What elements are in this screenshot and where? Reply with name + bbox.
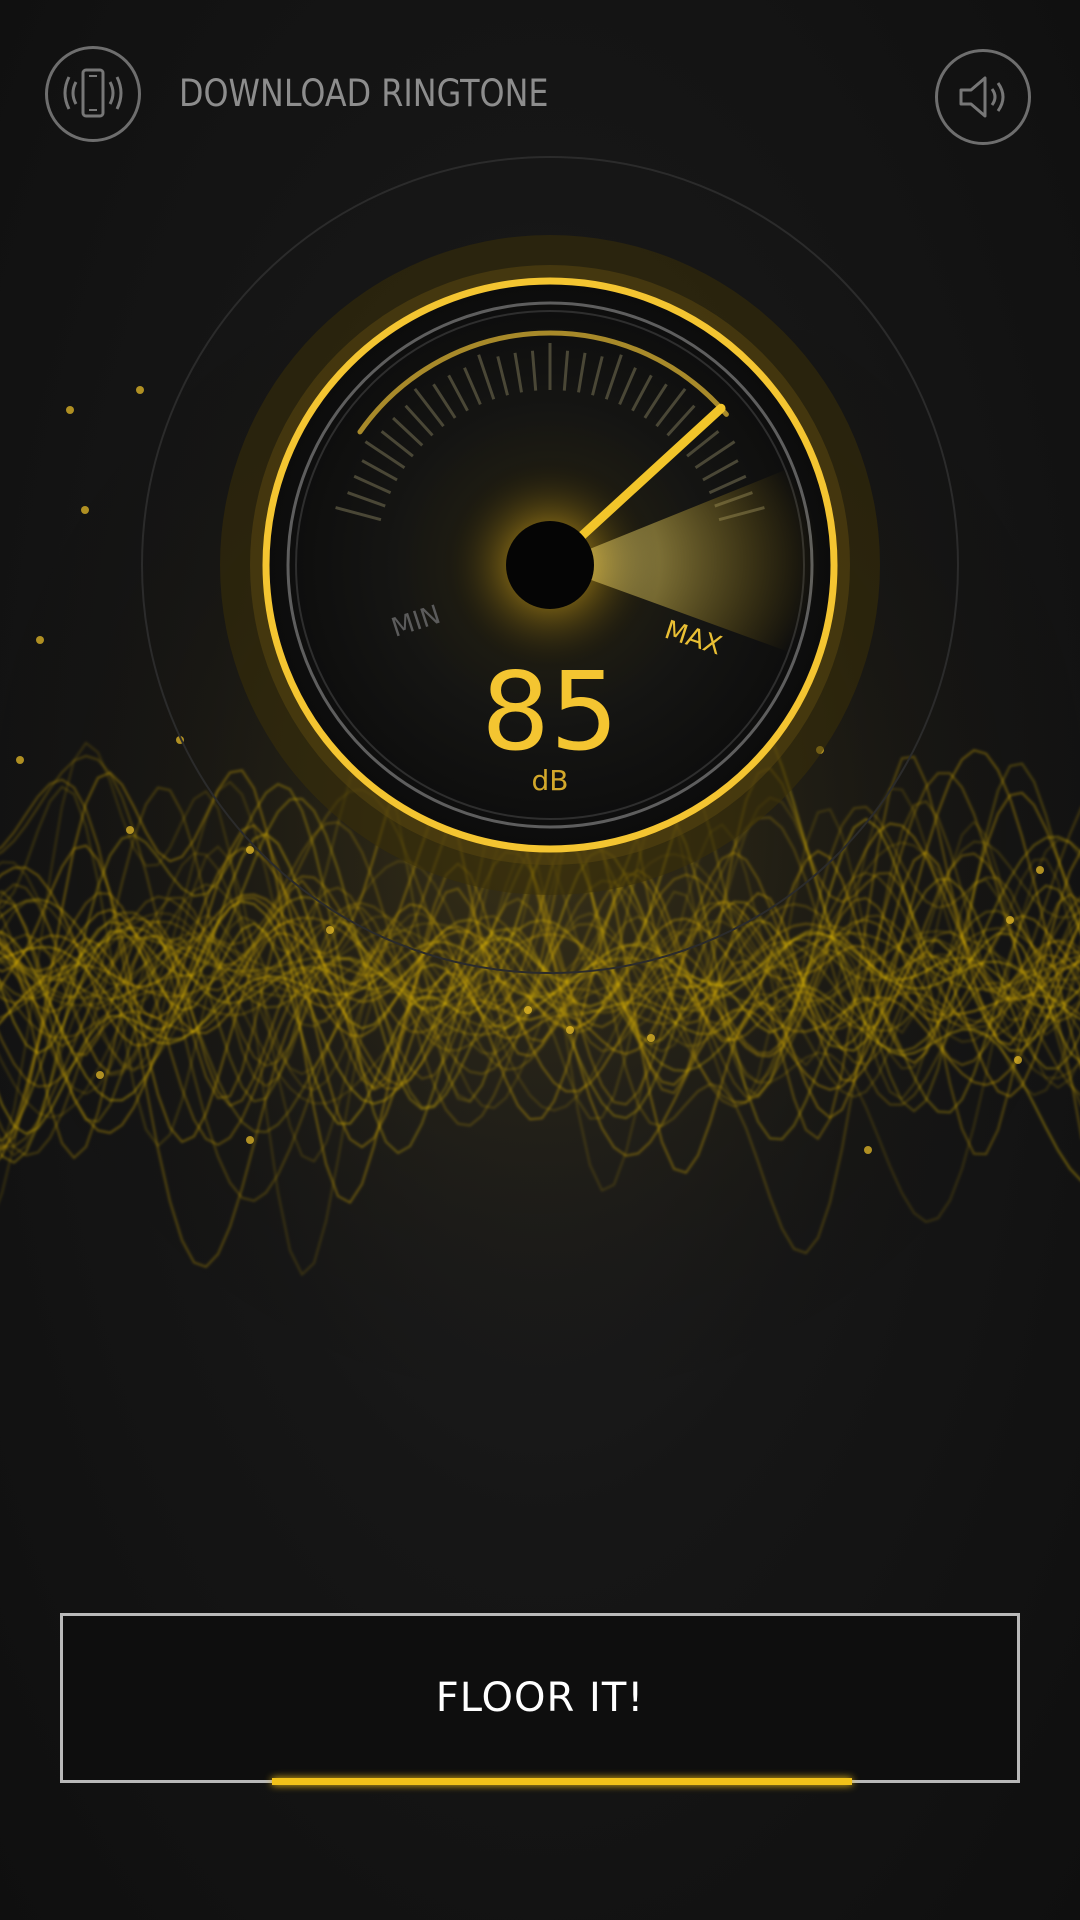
glow-particle (1006, 916, 1014, 924)
decibel-unit: dB (532, 764, 569, 797)
glow-particle (126, 826, 134, 834)
glow-particle (246, 1136, 254, 1144)
glow-particle (81, 506, 89, 514)
download-progress-fill (272, 1778, 852, 1785)
glow-particle (1014, 1056, 1022, 1064)
glow-particle (66, 406, 74, 414)
gauge-hub (506, 521, 594, 609)
glow-particle (864, 1146, 872, 1154)
page-title: DOWNLOAD RINGTONE (179, 72, 549, 115)
glow-particle (1036, 866, 1044, 874)
download-progress-bar (272, 1778, 852, 1785)
glow-particle (96, 1071, 104, 1079)
decibel-value: 85 (481, 650, 618, 775)
glow-particle (16, 756, 24, 764)
vibrate-mode-button[interactable] (45, 46, 141, 142)
floor-it-button[interactable]: FLOOR IT! (60, 1613, 1020, 1783)
glow-particle (566, 1026, 574, 1034)
decibel-gauge: MIN MAX 85 dB (141, 156, 959, 974)
floor-it-label: FLOOR IT! (435, 1675, 645, 1721)
glow-particle (647, 1034, 655, 1042)
vibrate-phone-icon (63, 68, 123, 118)
glow-particle (36, 636, 44, 644)
glow-particle (524, 1006, 532, 1014)
sound-toggle-button[interactable] (935, 49, 1031, 145)
speaker-volume-icon (959, 76, 1005, 118)
